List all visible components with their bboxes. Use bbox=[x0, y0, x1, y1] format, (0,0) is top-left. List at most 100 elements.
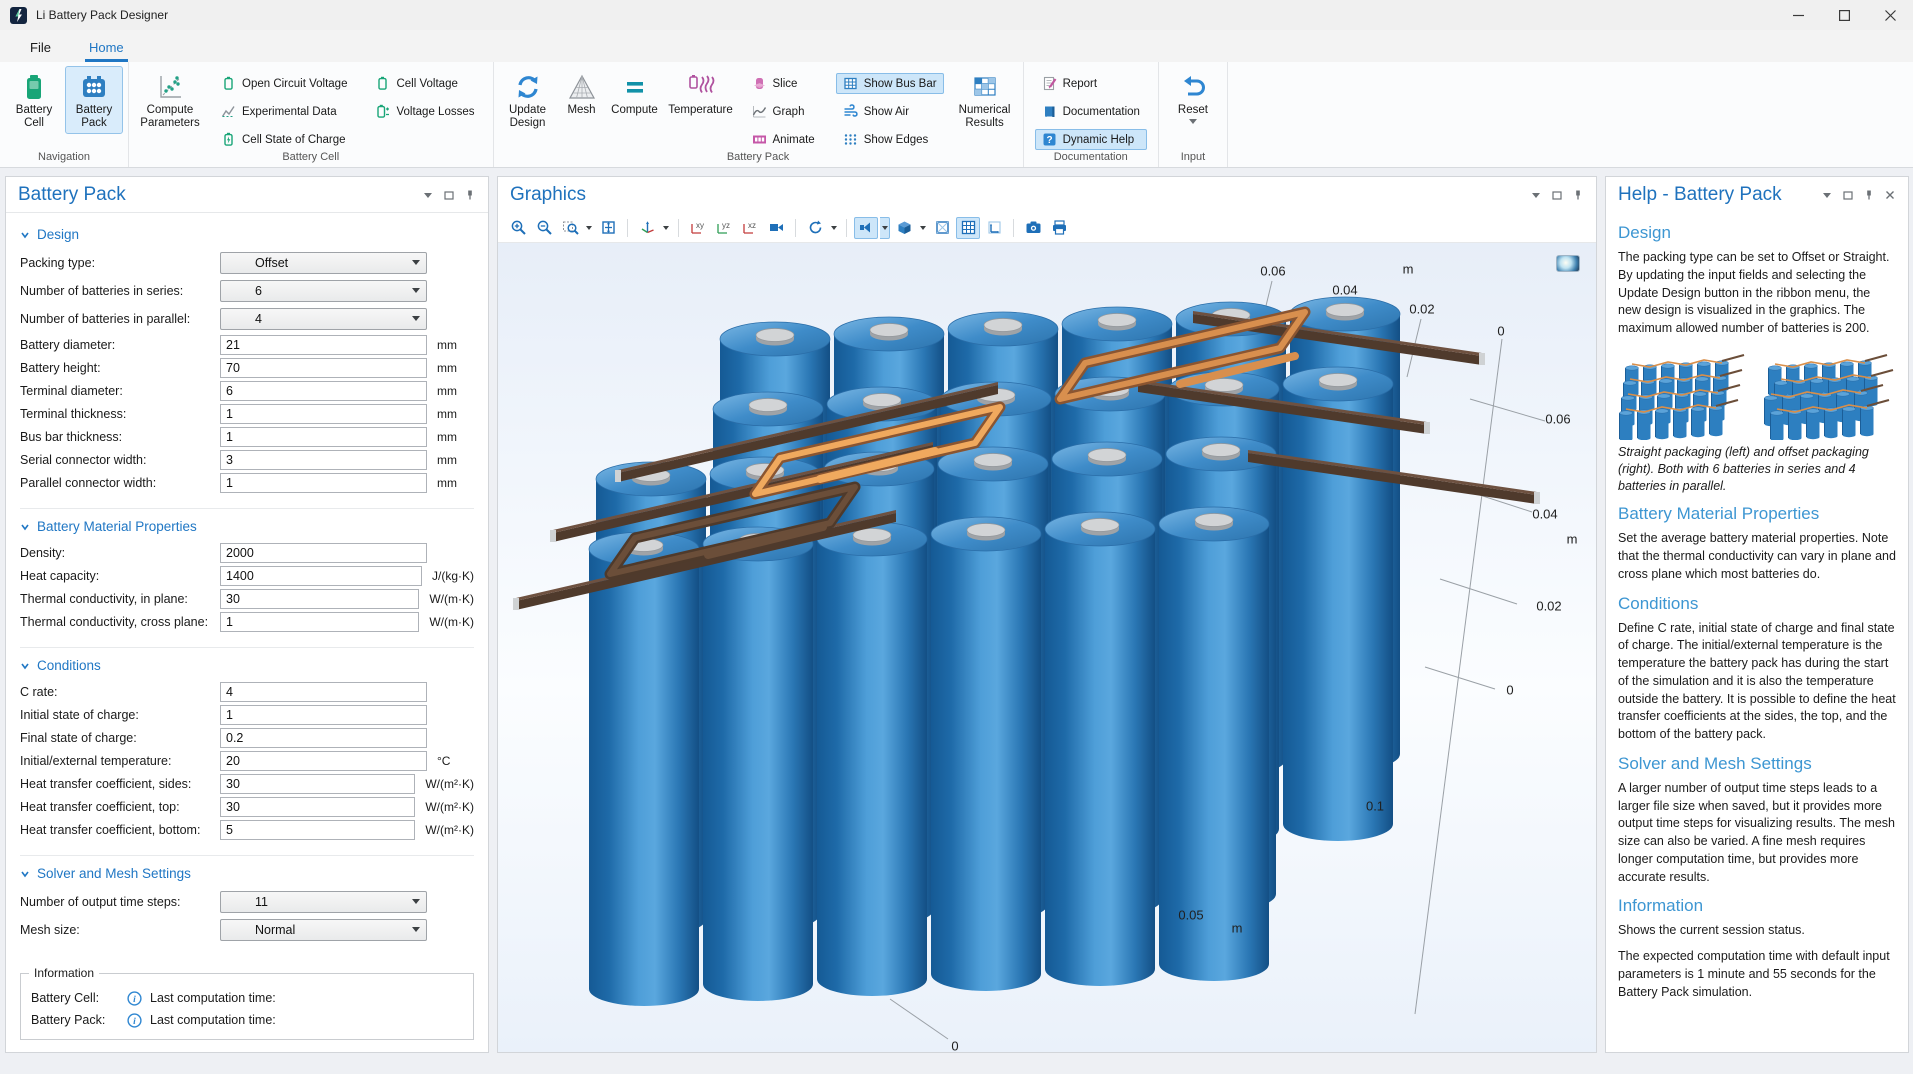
initial-state-of-charge-input[interactable] bbox=[220, 705, 427, 725]
experimental-data-button[interactable]: Experimental Data bbox=[214, 101, 354, 122]
mesh-button[interactable]: Mesh bbox=[559, 66, 605, 121]
sound-icon[interactable] bbox=[854, 217, 878, 239]
scene-settings-icon[interactable] bbox=[892, 217, 916, 239]
float-panel-icon[interactable] bbox=[1551, 189, 1563, 201]
temperature-button[interactable]: Temperature bbox=[665, 66, 737, 121]
heat-transfer-coefficient-top-input[interactable] bbox=[220, 797, 415, 817]
zoom-box-dropdown[interactable] bbox=[584, 217, 594, 239]
close-icon[interactable] bbox=[1884, 189, 1896, 201]
serial-connector-width-input[interactable] bbox=[220, 450, 427, 470]
cell-voltage-button[interactable]: Cell Voltage bbox=[368, 73, 481, 94]
documentation-button[interactable]: Documentation bbox=[1035, 101, 1147, 122]
thermal-conductivity-in-plane-input[interactable] bbox=[220, 589, 419, 609]
battery-height-input[interactable] bbox=[220, 358, 427, 378]
rotate-dropdown[interactable] bbox=[829, 217, 839, 239]
section-material-header[interactable]: Battery Material Properties bbox=[20, 519, 474, 534]
bus-bar-thickness-input[interactable] bbox=[220, 427, 427, 447]
section-design-header[interactable]: Design bbox=[20, 227, 474, 242]
app-window: Li Battery Pack Designer File Home Batte… bbox=[0, 0, 1913, 1074]
screenshot-icon[interactable] bbox=[1021, 217, 1045, 239]
slice-button[interactable]: Slice bbox=[745, 73, 822, 94]
panel-menu-icon[interactable] bbox=[1530, 189, 1542, 201]
battery-icon bbox=[19, 72, 49, 102]
number-of-batteries-in-series-select[interactable]: 6 bbox=[220, 280, 427, 302]
pin-icon[interactable] bbox=[1572, 189, 1584, 201]
axes-icon[interactable] bbox=[982, 217, 1006, 239]
zoom-in-icon[interactable] bbox=[506, 217, 530, 239]
initialexternal-temperature-input[interactable] bbox=[220, 751, 427, 771]
zoom-out-icon[interactable] bbox=[532, 217, 556, 239]
numerical-results-button[interactable]: Numerical Results bbox=[952, 66, 1018, 134]
sound-dropdown[interactable] bbox=[880, 217, 890, 239]
reset-button[interactable]: Reset bbox=[1164, 66, 1222, 128]
parallel-connector-width-input[interactable] bbox=[220, 473, 427, 493]
terminal-diameter-input[interactable] bbox=[220, 381, 427, 401]
c-rate-input[interactable] bbox=[220, 682, 427, 702]
heat-capacity-input[interactable] bbox=[220, 566, 422, 586]
view-yz-icon[interactable]: yz bbox=[712, 217, 736, 239]
info-icon[interactable]: i bbox=[127, 991, 142, 1006]
settings-panel-title: Battery Pack bbox=[18, 184, 422, 206]
scene-settings-dropdown[interactable] bbox=[918, 217, 928, 239]
heat-transfer-coefficient-bottom-input[interactable] bbox=[220, 820, 415, 840]
mesh-size-select[interactable]: Normal bbox=[220, 919, 427, 941]
maximize-button[interactable] bbox=[1821, 0, 1867, 30]
number-of-batteries-in-parallel-select[interactable]: 4 bbox=[220, 308, 427, 330]
grid-icon[interactable] bbox=[956, 217, 980, 239]
scene-environment-icon[interactable] bbox=[1556, 255, 1580, 272]
voltage-losses-button[interactable]: Voltage Losses bbox=[368, 101, 481, 122]
terminal-thickness-input[interactable] bbox=[220, 404, 427, 424]
tab-file[interactable]: File bbox=[26, 34, 55, 62]
info-icon[interactable]: i bbox=[127, 1013, 142, 1028]
show-bus-bar-button[interactable]: Show Bus Bar bbox=[836, 73, 944, 94]
open-circuit-voltage-button[interactable]: Open Circuit Voltage bbox=[214, 73, 354, 94]
number-of-output-time-steps-select[interactable]: 11 bbox=[220, 891, 427, 913]
perspective-icon[interactable] bbox=[764, 217, 788, 239]
panel-menu-icon[interactable] bbox=[1821, 189, 1833, 201]
zoom-extents-icon[interactable] bbox=[596, 217, 620, 239]
default-view-dropdown[interactable] bbox=[661, 217, 671, 239]
show-edges-button[interactable]: Show Edges bbox=[836, 129, 944, 150]
section-solver-header[interactable]: Solver and Mesh Settings bbox=[20, 866, 474, 881]
report-button[interactable]: Report bbox=[1035, 73, 1147, 94]
minimize-button[interactable] bbox=[1775, 0, 1821, 30]
packing-type-select[interactable]: Offset bbox=[220, 252, 427, 274]
combo-value: 4 bbox=[227, 312, 412, 326]
default-view-icon[interactable] bbox=[635, 217, 659, 239]
view-xz-icon[interactable]: xz bbox=[738, 217, 762, 239]
battery-cell-button[interactable]: Battery Cell bbox=[5, 66, 63, 134]
graphics-viewport[interactable]: 0.060.040.020m0.060.040.020m0.10.050m bbox=[498, 243, 1596, 1052]
float-panel-icon[interactable] bbox=[1842, 189, 1854, 201]
thermal-conductivity-cross-plane-input[interactable] bbox=[220, 612, 419, 632]
graph-button[interactable]: Graph bbox=[745, 101, 822, 122]
pin-icon[interactable] bbox=[1863, 189, 1875, 201]
pin-icon[interactable] bbox=[464, 189, 476, 201]
cell-state-of-charge-button[interactable]: Cell State of Charge bbox=[214, 129, 354, 150]
zoom-box-icon[interactable] bbox=[558, 217, 582, 239]
print-icon[interactable] bbox=[1047, 217, 1071, 239]
final-state-of-charge-input[interactable] bbox=[220, 728, 427, 748]
close-button[interactable] bbox=[1867, 0, 1913, 30]
show-air-button[interactable]: Show Air bbox=[836, 101, 944, 122]
compute-button[interactable]: Compute bbox=[607, 66, 663, 121]
axis-label-top: 0 bbox=[1497, 324, 1504, 339]
dotted-edges-icon bbox=[843, 132, 858, 147]
section-conditions-header[interactable]: Conditions bbox=[20, 658, 474, 673]
animate-button[interactable]: Animate bbox=[745, 129, 822, 150]
battery-diameter-input[interactable] bbox=[220, 335, 427, 355]
density-input[interactable] bbox=[220, 543, 427, 563]
heat-transfer-coefficient-sides-input[interactable] bbox=[220, 774, 415, 794]
tab-home[interactable]: Home bbox=[85, 34, 128, 62]
compute-parameters-button[interactable]: Compute Parameters bbox=[134, 66, 206, 134]
view-xy-icon[interactable]: xy bbox=[686, 217, 710, 239]
dynamic-help-button[interactable]: ? Dynamic Help bbox=[1035, 129, 1147, 150]
float-panel-icon[interactable] bbox=[443, 189, 455, 201]
update-design-button[interactable]: Update Design bbox=[499, 66, 557, 134]
wireframe-icon[interactable] bbox=[930, 217, 954, 239]
battery-pack-3d-scene bbox=[498, 243, 1596, 1052]
field-unit: mm bbox=[437, 453, 457, 467]
field-unit: W/(m²·K) bbox=[425, 800, 474, 814]
panel-menu-icon[interactable] bbox=[422, 189, 434, 201]
rotate-icon[interactable] bbox=[803, 217, 827, 239]
battery-pack-button[interactable]: Battery Pack bbox=[65, 66, 123, 134]
